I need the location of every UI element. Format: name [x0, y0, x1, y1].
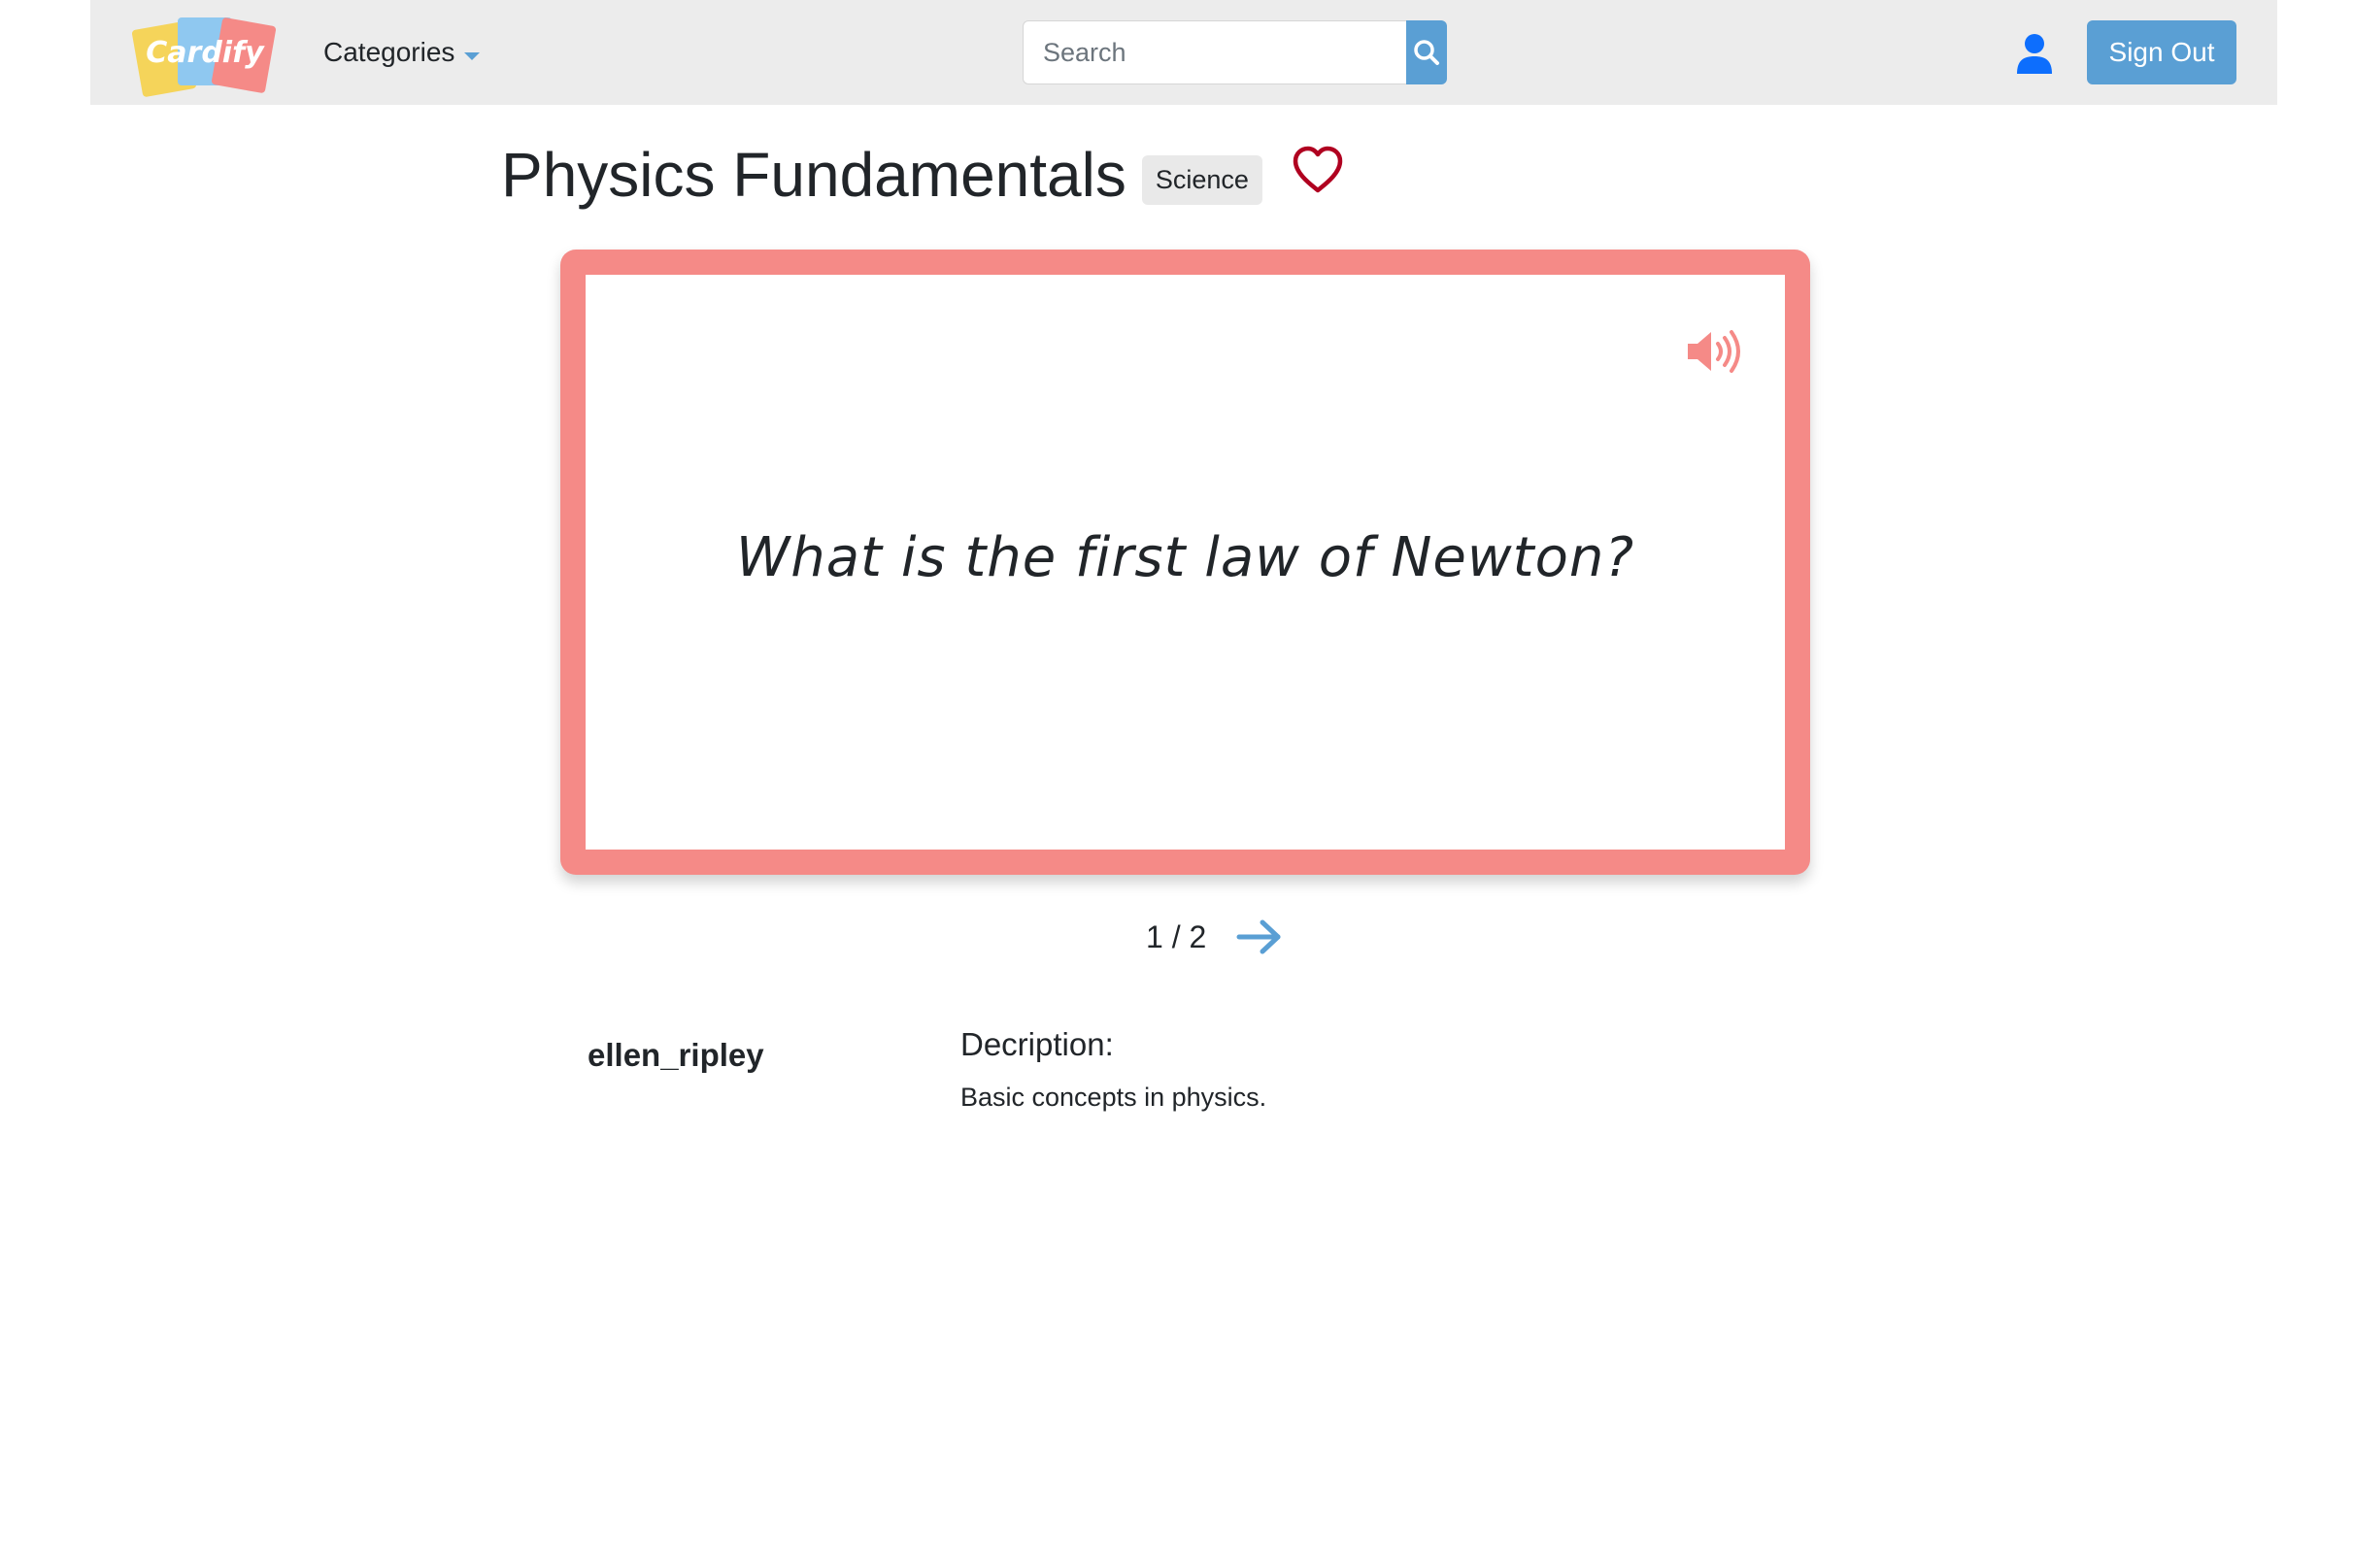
navbar: Cardify Categories Sign Out — [90, 0, 2277, 105]
flashcard[interactable]: What is the first law of Newton? — [560, 250, 1810, 875]
card-question: What is the first law of Newton? — [735, 525, 1635, 589]
logo-graphic: Cardify — [131, 17, 277, 97]
arrow-right-icon[interactable] — [1235, 917, 1284, 956]
search-button[interactable] — [1406, 20, 1447, 84]
categories-label: Categories — [323, 37, 455, 67]
user-icon[interactable] — [2016, 33, 2053, 74]
page-title: Physics Fundamentals — [501, 140, 1126, 210]
description-label: Decription: — [960, 1026, 1114, 1062]
cardify-logo[interactable]: Cardify — [131, 12, 279, 97]
heart-outline-icon[interactable] — [1292, 146, 1344, 194]
search-icon — [1414, 40, 1439, 65]
logo-text: Cardify — [146, 36, 265, 70]
flashcard-face: What is the first law of Newton? — [586, 275, 1785, 850]
description-text: Basic concepts in physics. — [960, 1083, 1267, 1112]
card-pager: 1 / 2 — [1146, 913, 1284, 961]
sign-out-button[interactable]: Sign Out — [2087, 20, 2236, 84]
deck-header: Physics Fundamentals Science — [501, 136, 1262, 214]
category-badge: Science — [1141, 154, 1262, 205]
card-counter: 1 / 2 — [1146, 918, 1207, 954]
speaker-icon[interactable] — [1686, 327, 1750, 376]
search-input[interactable] — [1023, 20, 1406, 84]
categories-dropdown[interactable]: Categories — [323, 33, 481, 72]
caret-down-icon — [464, 52, 481, 60]
search-bar — [1023, 20, 1447, 84]
author-name: ellen_ripley — [588, 1037, 764, 1073]
